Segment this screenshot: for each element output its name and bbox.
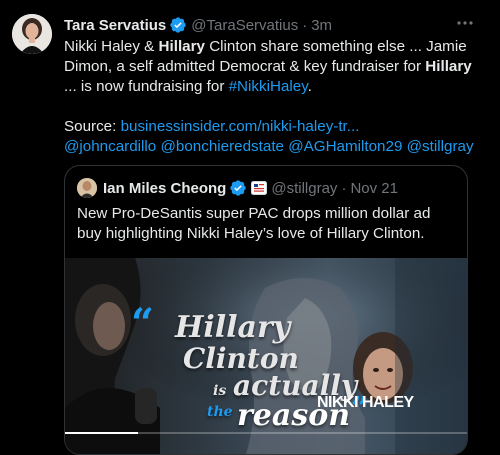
source-label: Source: <box>64 118 121 135</box>
quoted-tweet-header: Ian Miles Cheong @stillgray · Nov 21 <box>77 178 398 198</box>
tweet-timestamp[interactable]: 3m <box>311 17 332 34</box>
quoted-timestamp[interactable]: Nov 21 <box>350 180 398 197</box>
ad-quote-open: “ <box>131 300 155 347</box>
author-handle[interactable]: @TaraServatius <box>191 17 298 34</box>
tweet[interactable]: Tara Servatius @TaraServatius · 3m Nikki… <box>0 0 500 455</box>
text-segment: ... is now fundraising for <box>64 78 229 95</box>
quoted-media-video[interactable]: “ Hillary Clinton is actually the reason… <box>65 258 467 454</box>
source-line: Source: businessinsider.com/nikki-haley-… <box>64 117 484 137</box>
tweet-text-line: ... is now fundraising for #NikkiHaley. <box>64 77 484 97</box>
mention-link[interactable]: @bonchieredstate <box>160 138 284 155</box>
video-progress-bar[interactable] <box>65 432 467 434</box>
affiliate-flag-icon[interactable] <box>251 181 268 195</box>
mention-link[interactable]: @johncardillo <box>64 138 156 155</box>
mention-link[interactable]: @stillgray <box>407 138 474 155</box>
quoted-author-handle[interactable]: @stillgray <box>271 180 337 197</box>
hashtag-link[interactable]: #NikkiHaley <box>229 78 308 95</box>
author-avatar[interactable] <box>12 14 52 54</box>
quoted-author-avatar[interactable] <box>77 178 97 198</box>
text-segment: . <box>307 78 312 95</box>
mentions-line: @johncardillo @bonchieredstate @AGHamilt… <box>64 137 484 157</box>
text-segment: Dimon, a self admitted Democrat & key fu… <box>64 58 426 75</box>
tweet-header: Tara Servatius @TaraServatius · 3m <box>64 15 332 35</box>
separator-dot: · <box>302 16 308 34</box>
tweet-text-line: Dimon, a self admitted Democrat & key fu… <box>64 57 484 77</box>
mention-link[interactable]: @AGHamilton29 <box>288 138 402 155</box>
ad-caption: NIKKI HALEY <box>317 394 414 411</box>
ad-headline-small: is <box>213 383 227 399</box>
ad-headline-small: the <box>207 404 233 420</box>
quoted-tweet[interactable]: Ian Miles Cheong @stillgray · Nov 21 New… <box>64 165 468 455</box>
quoted-tweet-text: New Pro-DeSantis super PAC drops million… <box>77 205 431 242</box>
source-link[interactable]: businessinsider.com/nikki-haley-tr... <box>121 118 360 135</box>
text-segment: Clinton share something else ... Jamie <box>204 38 467 55</box>
tweet-text: Nikki Haley & Hillary Clinton share some… <box>64 37 484 157</box>
highlighted-term: Hillary <box>158 38 205 55</box>
tweet-text-line: Nikki Haley & Hillary Clinton share some… <box>64 37 484 57</box>
verified-badge-icon[interactable] <box>169 16 187 34</box>
author-name[interactable]: Tara Servatius <box>64 17 166 34</box>
video-progress-fill <box>65 432 138 434</box>
highlighted-term: Hillary <box>425 58 472 75</box>
verified-badge-icon[interactable] <box>229 179 247 197</box>
quoted-author-name[interactable]: Ian Miles Cheong <box>103 180 226 197</box>
separator-dot: · <box>341 179 347 197</box>
ad-headline-line: Hillary <box>175 310 291 345</box>
text-segment: Nikki Haley & <box>64 38 159 55</box>
author-avatar-image <box>12 14 52 54</box>
more-options-icon[interactable] <box>454 13 476 33</box>
